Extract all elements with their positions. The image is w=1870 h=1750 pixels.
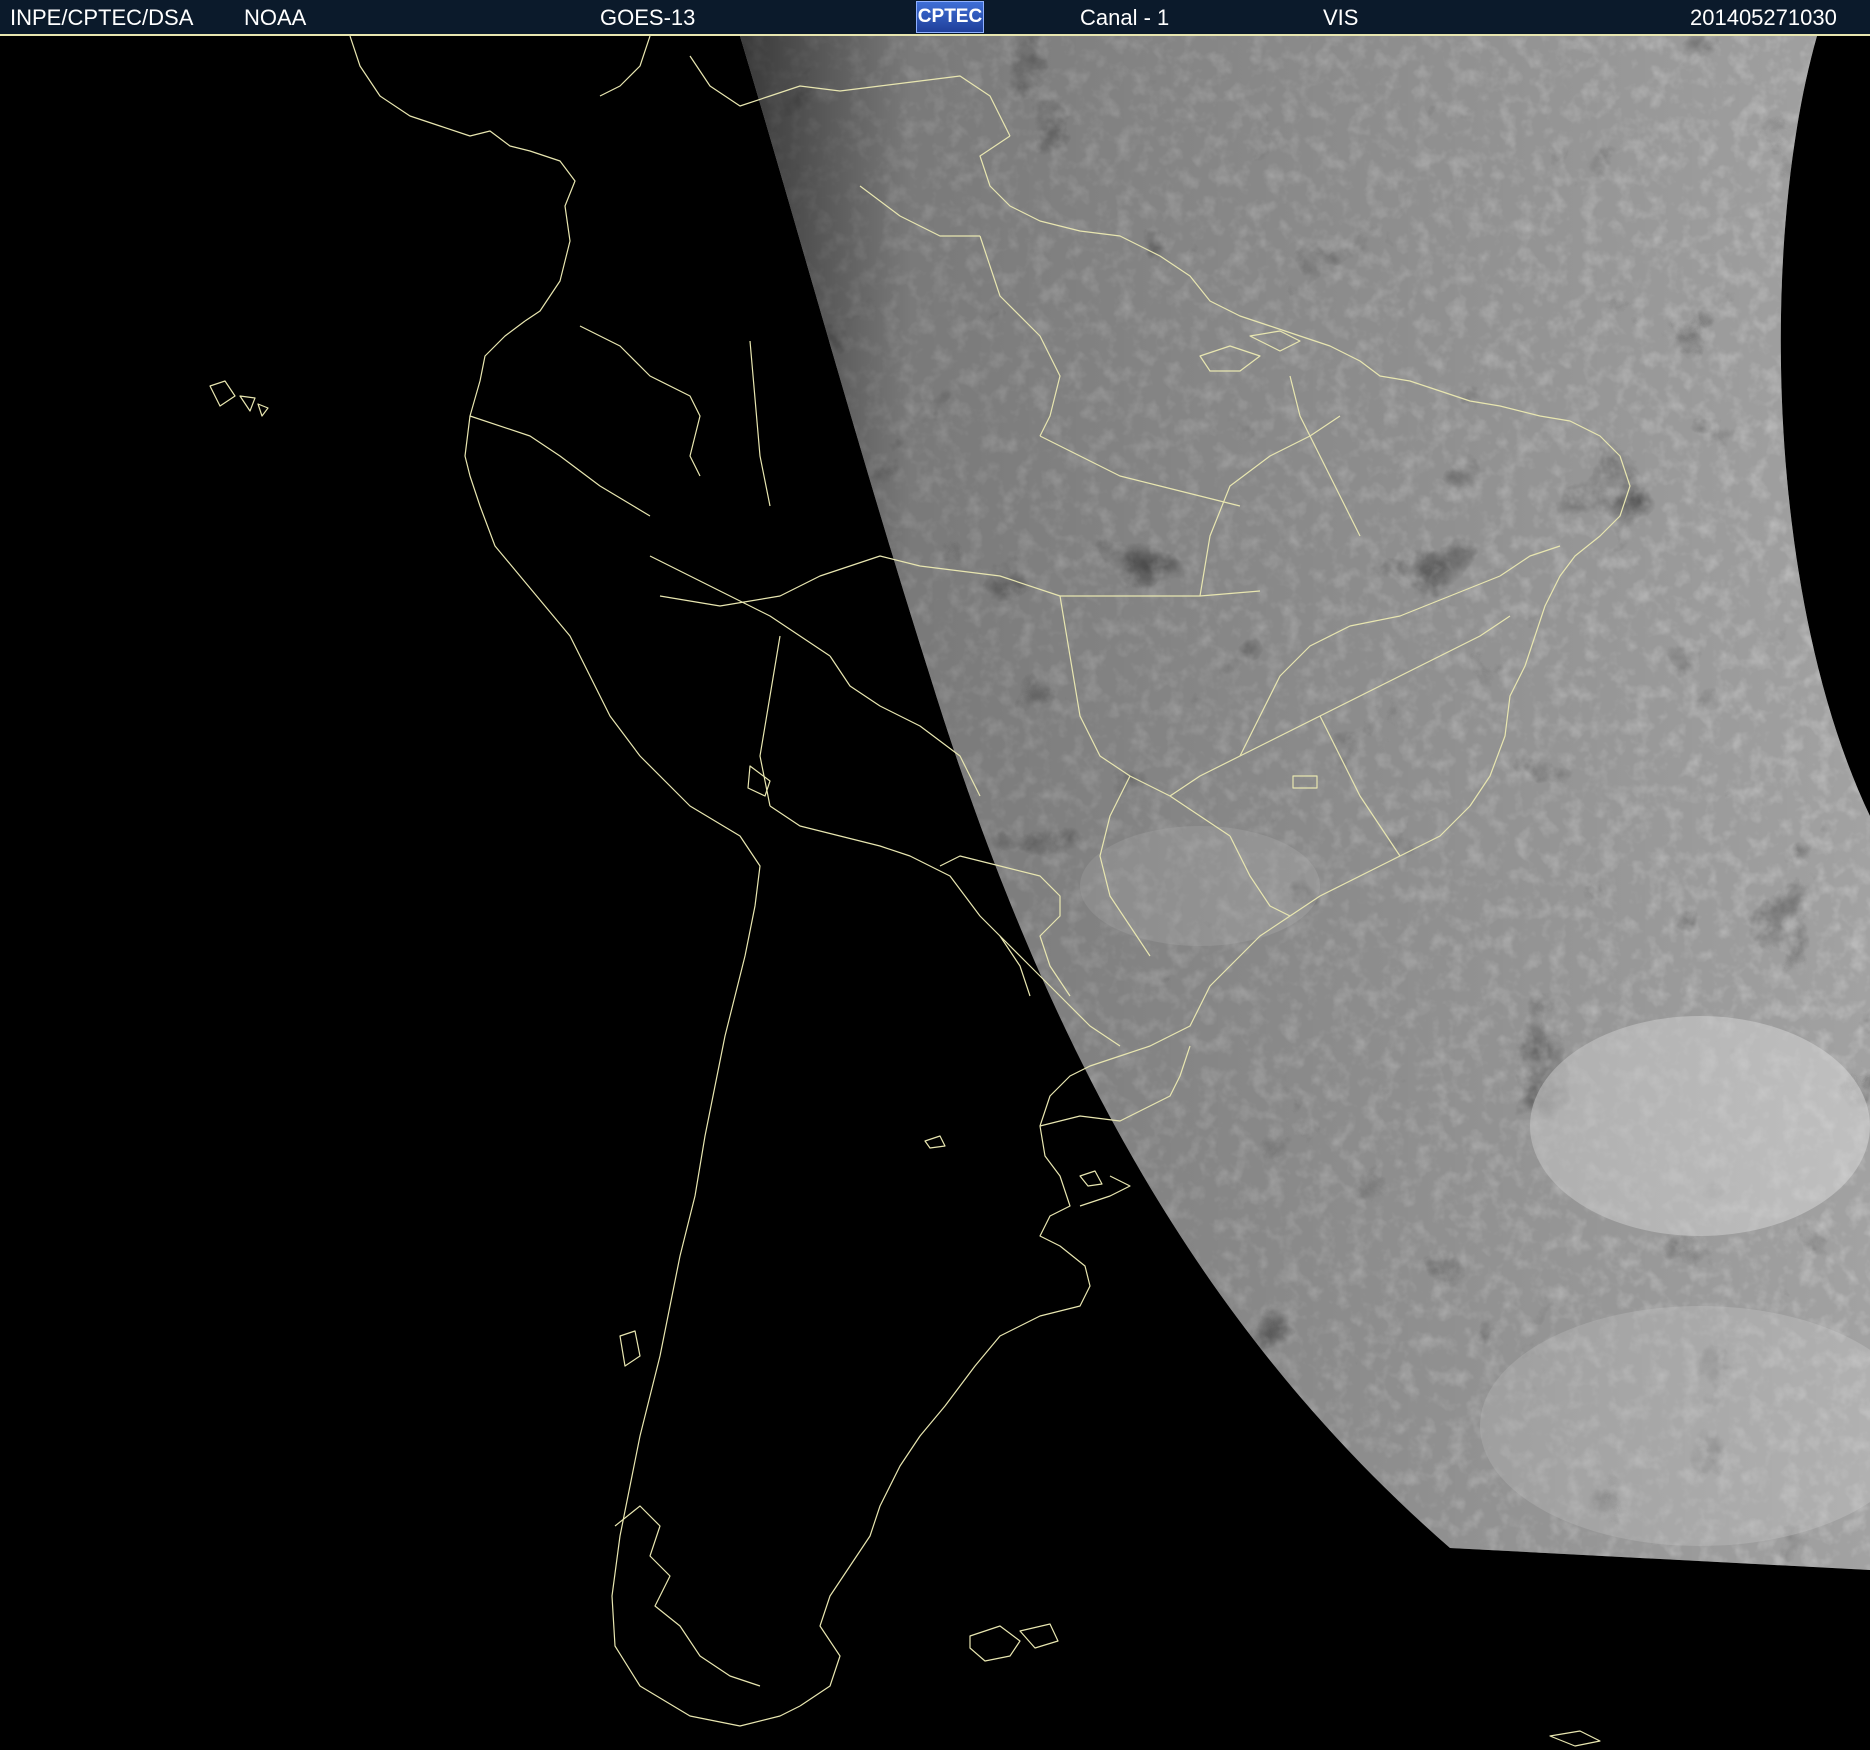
cloud-imagery bbox=[740, 36, 1870, 1570]
header-bar: INPE/CPTEC/DSA NOAA GOES-13 CPTEC Canal … bbox=[0, 0, 1870, 36]
timestamp-label: 201405271030 bbox=[1690, 5, 1837, 30]
org-label: INPE/CPTEC/DSA bbox=[10, 5, 194, 30]
cptec-logo: CPTEC bbox=[916, 1, 984, 33]
satellite-label: GOES-13 bbox=[600, 5, 696, 30]
channel-label: Canal - 1 bbox=[1080, 5, 1170, 30]
agency-label: NOAA bbox=[244, 5, 307, 30]
band-label: VIS bbox=[1323, 5, 1359, 30]
satellite-image-svg bbox=[209, 36, 1870, 1747]
satellite-image bbox=[0, 36, 1870, 1750]
